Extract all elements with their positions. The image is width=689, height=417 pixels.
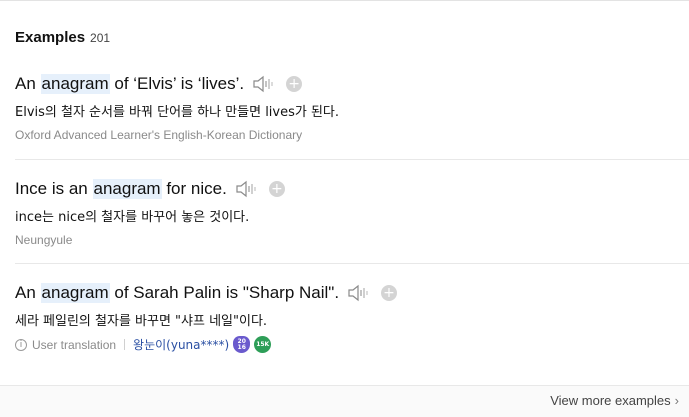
examples-header: Examples 201 <box>15 29 110 46</box>
examples-panel: Examples 201 An anagram of ‘Elvis’ is ‘l… <box>0 0 689 417</box>
user-link[interactable]: 왕눈이(yuna****) <box>133 336 229 353</box>
examples-title: Examples <box>15 29 86 46</box>
sentence-post: of Sarah Palin is "Sharp Nail". <box>109 283 340 302</box>
example-sentence: An anagram of Sarah Palin is "Sharp Nail… <box>15 281 689 305</box>
example-sentence: An anagram of ‘Elvis’ is ‘lives’. + <box>15 72 689 96</box>
divider <box>15 159 689 160</box>
separator <box>124 339 126 350</box>
add-to-wordbook-button[interactable]: + <box>268 181 285 197</box>
example-item: An anagram of Sarah Palin is "Sharp Nail… <box>15 281 689 353</box>
sentence-post: for nice. <box>161 179 227 198</box>
view-more-label: View more examples <box>550 393 671 408</box>
examples-count: 201 <box>90 31 111 45</box>
sentence-pre: An <box>15 283 41 302</box>
highlighted-word: anagram <box>92 179 162 199</box>
user-translation-meta: i User translation 왕눈이(yuna****) 20 16 1… <box>15 336 689 353</box>
add-to-wordbook-button[interactable]: + <box>286 76 303 92</box>
example-translation: 세라 페일린의 철자를 바꾸면 "샤프 네일"이다. <box>15 314 268 329</box>
add-to-wordbook-button[interactable]: + <box>381 285 398 301</box>
example-item: Ince is an anagram for nice. + ince는 nic… <box>15 177 689 247</box>
plus-icon: + <box>288 76 300 92</box>
example-sentence: Ince is an anagram for nice. + <box>15 177 689 201</box>
sentence-pre: Ince is an <box>15 179 93 198</box>
view-more-examples-link[interactable]: View more examples › <box>550 393 679 408</box>
speaker-icon[interactable] <box>235 179 259 199</box>
plus-icon: + <box>383 285 395 301</box>
example-source: Oxford Advanced Learner's English-Korean… <box>15 128 303 142</box>
example-translation: Elvis의 철자 순서를 바꿔 단어를 하나 만들면 lives가 된다. <box>15 105 340 120</box>
highlighted-word: anagram <box>40 283 110 303</box>
example-translation: ince는 nice의 철자를 바꾸어 놓은 것이다. <box>15 210 250 225</box>
sentence-post: of ‘Elvis’ is ‘lives’. <box>109 74 245 93</box>
chevron-right-icon: › <box>674 393 679 408</box>
year-badge-icon: 20 16 <box>233 336 251 353</box>
plus-icon: + <box>270 181 283 197</box>
user-translation-label: User translation <box>32 337 117 352</box>
speaker-icon[interactable] <box>347 283 371 303</box>
speaker-icon[interactable] <box>252 74 276 94</box>
count-badge-icon: 15K <box>254 336 272 353</box>
example-source[interactable]: Neungyule <box>15 233 689 247</box>
divider <box>15 263 689 264</box>
examples-footer: View more examples › <box>0 385 689 417</box>
sentence-pre: An <box>15 74 41 93</box>
example-item: An anagram of ‘Elvis’ is ‘lives’. + Elvi… <box>15 72 689 142</box>
highlighted-word: anagram <box>40 74 110 94</box>
info-icon[interactable]: i <box>15 338 27 351</box>
